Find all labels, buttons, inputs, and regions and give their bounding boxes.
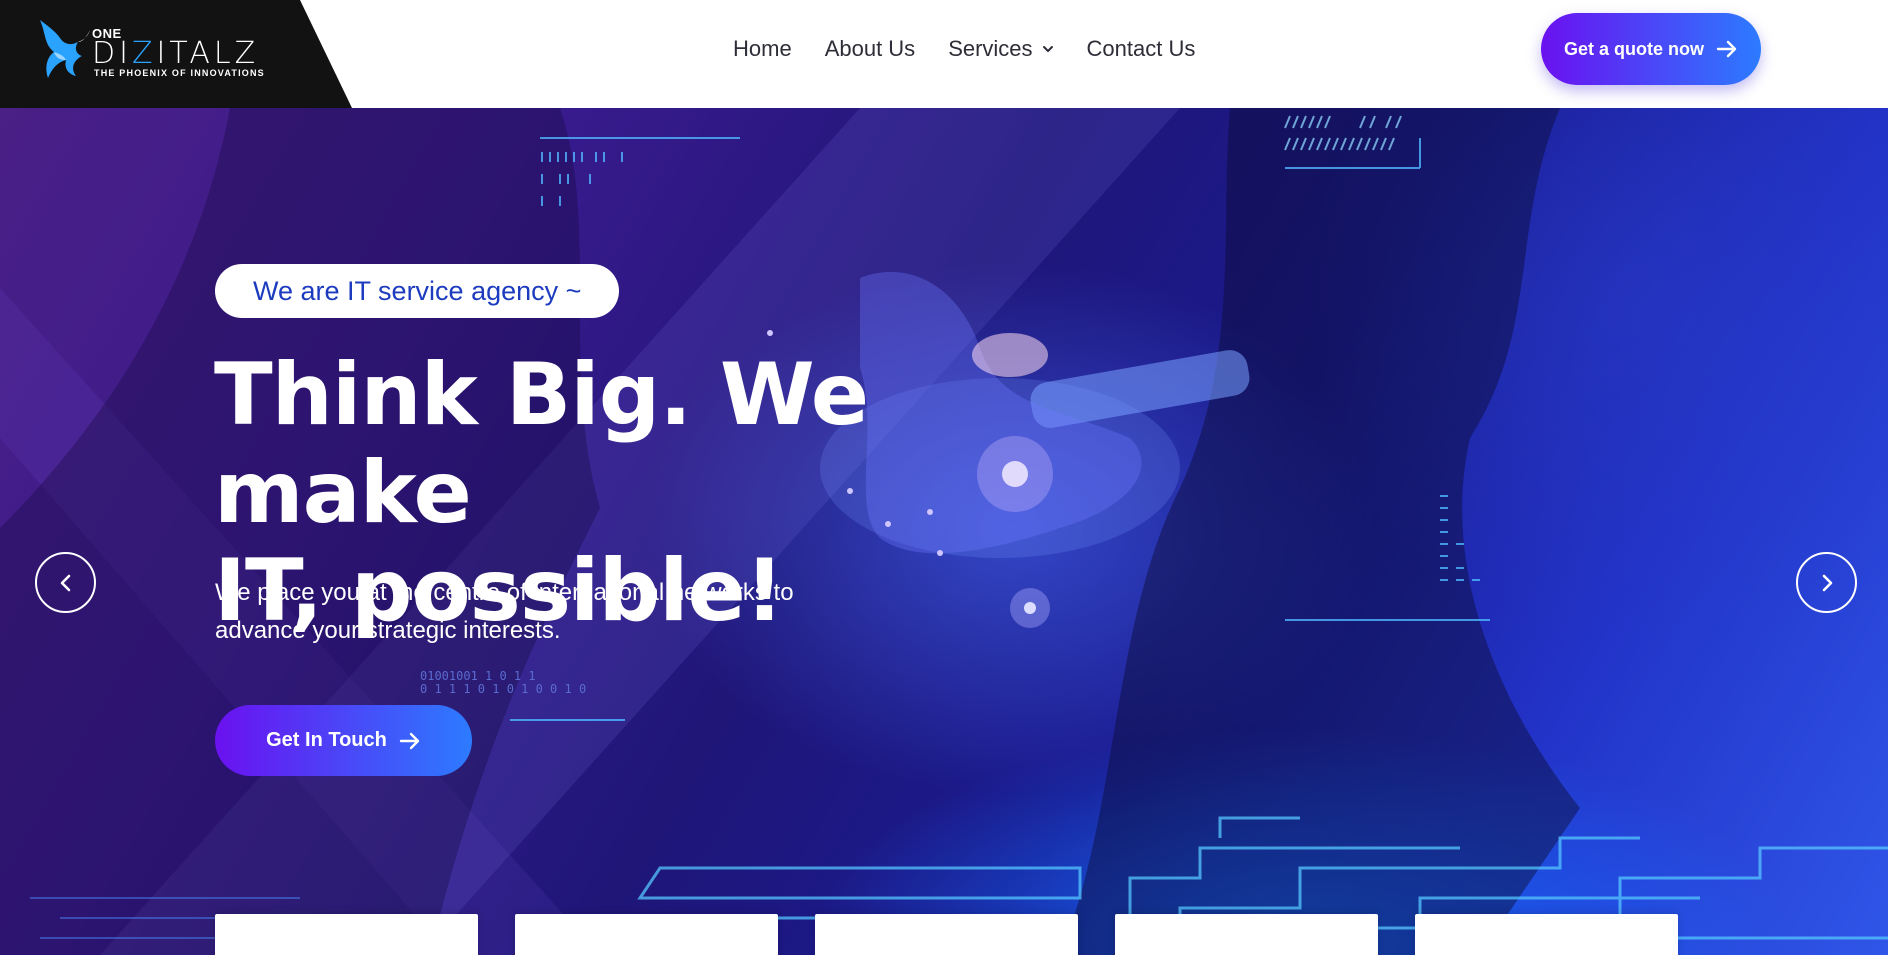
site-header: ONE DIZITALZ THE PHOENIX OF INNOVATIONS … bbox=[0, 0, 1888, 108]
slider-prev-button[interactable] bbox=[35, 552, 96, 613]
service-card[interactable] bbox=[815, 914, 1078, 955]
hero-slider: 01001001 1 0 1 1 0 1 1 1 0 1 0 1 0 0 1 0… bbox=[0, 108, 1888, 955]
main-nav: Home About Us Services Contact Us bbox=[733, 36, 1228, 62]
get-in-touch-button[interactable]: Get In Touch bbox=[215, 705, 472, 776]
service-card[interactable] bbox=[215, 914, 478, 955]
binary-text-line1: 01001001 1 0 1 1 bbox=[420, 669, 536, 683]
logo-wordmark-accent: Z bbox=[131, 36, 157, 71]
nav-item-label: Home bbox=[733, 36, 792, 61]
binary-text-line2: 0 1 1 1 0 1 0 1 0 0 1 0 bbox=[420, 682, 586, 696]
service-card[interactable] bbox=[515, 914, 778, 955]
arrow-right-icon bbox=[399, 732, 420, 749]
logo-wordmark: DIZITALZ bbox=[92, 36, 259, 71]
get-quote-button[interactable]: Get a quote now bbox=[1541, 13, 1761, 85]
arrow-right-icon bbox=[1716, 40, 1737, 58]
chevron-left-icon bbox=[60, 574, 70, 591]
nav-item-about-us[interactable]: About Us bbox=[825, 36, 916, 62]
logo-wordmark-part1: DI bbox=[92, 36, 132, 71]
chevron-right-icon bbox=[1822, 574, 1832, 591]
nav-item-label: About Us bbox=[824, 36, 916, 61]
hero-subtext-line1: We place you at the centre of internatio… bbox=[215, 579, 794, 606]
slider-next-button[interactable] bbox=[1796, 552, 1857, 613]
hero-badge-text: We are IT service agency ~ bbox=[253, 275, 582, 306]
nav-item-services[interactable]: Services bbox=[948, 36, 1053, 62]
hero-subtext: We place you at the centre of internatio… bbox=[215, 574, 875, 650]
get-quote-label: Get a quote now bbox=[1563, 38, 1704, 59]
nav-item-label: Services bbox=[948, 36, 1033, 61]
logo-wordmark-part2: ITALZ bbox=[156, 36, 260, 71]
logo[interactable]: ONE DIZITALZ THE PHOENIX OF INNOVATIONS bbox=[0, 0, 352, 108]
nav-item-label: Contact Us bbox=[1086, 36, 1196, 61]
chevron-down-icon bbox=[1042, 46, 1053, 52]
logo-tagline: THE PHOENIX OF INNOVATIONS bbox=[94, 68, 265, 78]
hero-headline-line1: Think Big. We make bbox=[214, 345, 869, 543]
service-card[interactable] bbox=[1415, 914, 1678, 955]
service-cards-row bbox=[0, 914, 1888, 955]
phoenix-icon bbox=[40, 20, 90, 78]
hero-badge: We are IT service agency ~ bbox=[215, 264, 620, 318]
get-in-touch-label: Get In Touch bbox=[266, 729, 387, 751]
hero-subtext-line2: advance your strategic interests. bbox=[215, 617, 561, 644]
nav-item-contact-us[interactable]: Contact Us bbox=[1087, 36, 1196, 62]
service-card[interactable] bbox=[1115, 914, 1378, 955]
nav-item-home[interactable]: Home bbox=[733, 36, 792, 62]
